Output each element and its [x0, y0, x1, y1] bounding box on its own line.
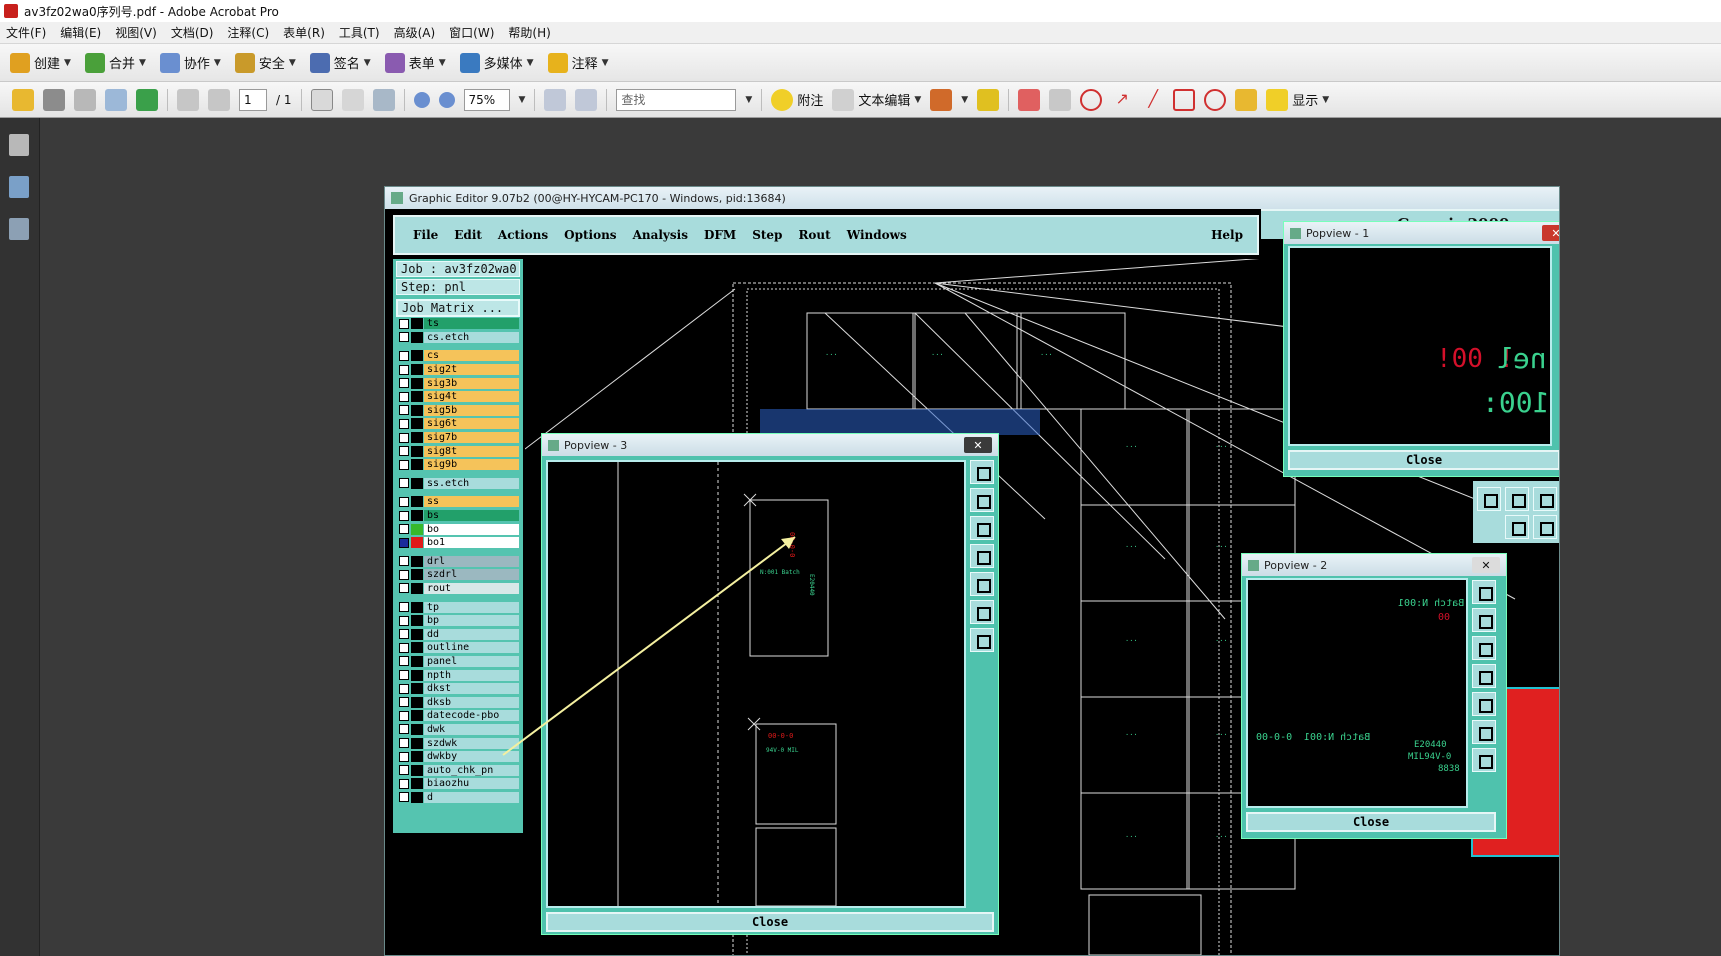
print-icon[interactable]	[43, 88, 65, 111]
pencil-icon[interactable]	[1235, 88, 1258, 111]
collaborate-icon	[159, 52, 180, 73]
acrobat-logo-icon	[4, 4, 18, 18]
menu-edit[interactable]: 编辑(E)	[60, 24, 101, 41]
hand-tool-icon[interactable]	[341, 88, 364, 111]
annotation-arrow	[502, 536, 796, 756]
sign-button[interactable]: 签名 ▼	[309, 52, 371, 73]
standard-toolbar: 1 / 1 75% ▼ 查找 ▼ 附注 文本编辑 ▼ ▼ ↗ ╱ 显示 ▼	[0, 82, 1721, 118]
task-toolbar: 创建 ▼ 合并 ▼ 协作 ▼ 安全 ▼ 签名 ▼ 表单 ▼ 多媒体 ▼ 注释 ▼	[0, 44, 1721, 82]
menu-help[interactable]: 帮助(H)	[508, 24, 550, 41]
pages-icon[interactable]	[9, 134, 29, 156]
sticky-note-icon	[771, 88, 794, 111]
sticky-note-button[interactable]: 附注	[771, 88, 823, 111]
comment-icon	[547, 52, 568, 73]
text-edit-button[interactable]: 文本编辑 ▼	[832, 88, 921, 111]
menu-view[interactable]: 视图(V)	[115, 24, 157, 41]
open-folder-icon[interactable]	[12, 88, 34, 111]
multimedia-button[interactable]: 多媒体 ▼	[459, 52, 534, 73]
menu-window[interactable]: 窗口(W)	[449, 24, 494, 41]
line-icon[interactable]: ╱	[1142, 89, 1164, 111]
show-comments-icon	[1266, 88, 1289, 111]
create-button[interactable]: 创建 ▼	[10, 52, 71, 73]
bookmarks-icon[interactable]	[9, 176, 29, 198]
form-icon	[384, 52, 405, 73]
oval-icon[interactable]	[1204, 88, 1227, 111]
search-dropdown-icon[interactable]: ▼	[745, 95, 752, 105]
menu-advanced[interactable]: 高级(A)	[394, 24, 436, 41]
combine-icon	[84, 52, 105, 73]
cloud-icon[interactable]	[1080, 88, 1103, 111]
pen-icon	[309, 52, 330, 73]
callout-icon[interactable]	[1018, 88, 1041, 111]
collaborate-button[interactable]: 协作 ▼	[159, 52, 221, 73]
zoom-dropdown-icon[interactable]: ▼	[519, 95, 526, 105]
window-title: av3fz02wa0序列号.pdf - Adobe Acrobat Pro	[24, 4, 279, 19]
menu-bar: 文件(F) 编辑(E) 视图(V) 文档(D) 注释(C) 表单(R) 工具(T…	[0, 22, 1721, 44]
save-icon[interactable]	[74, 88, 96, 111]
menu-file[interactable]: 文件(F)	[6, 24, 46, 41]
create-icon	[10, 52, 30, 73]
lock-icon	[234, 52, 255, 73]
search-input[interactable]: 查找	[616, 88, 737, 111]
next-page-icon[interactable]	[208, 88, 230, 111]
multimedia-icon	[459, 52, 480, 73]
globe-icon[interactable]	[136, 88, 158, 111]
combine-button[interactable]: 合并 ▼	[84, 52, 146, 73]
textbox-icon[interactable]	[1049, 88, 1072, 111]
email-icon[interactable]	[105, 88, 127, 111]
arrow-icon[interactable]: ↗	[1111, 89, 1133, 111]
page-total: / 1	[276, 92, 292, 107]
fit-width-icon[interactable]	[544, 88, 567, 111]
menu-tools[interactable]: 工具(T)	[339, 24, 380, 41]
menu-comments[interactable]: 注释(C)	[227, 24, 269, 41]
menu-document[interactable]: 文档(D)	[171, 24, 214, 41]
zoom-level-input[interactable]: 75%	[463, 88, 510, 111]
window-titlebar: av3fz02wa0序列号.pdf - Adobe Acrobat Pro	[0, 0, 1721, 22]
stamp-icon[interactable]	[930, 88, 953, 111]
select-tool-icon[interactable]	[310, 88, 333, 111]
rectangle-icon[interactable]	[1173, 88, 1196, 111]
zoom-in-icon[interactable]	[438, 91, 455, 108]
prev-page-icon[interactable]	[177, 88, 199, 111]
highlight-icon[interactable]	[977, 88, 1000, 111]
navigation-panel	[0, 118, 40, 956]
page-number-input[interactable]: 1	[239, 88, 267, 111]
menu-forms[interactable]: 表单(R)	[283, 24, 325, 41]
zoom-out-icon[interactable]	[413, 91, 430, 108]
show-button[interactable]: 显示 ▼	[1266, 88, 1329, 111]
text-edit-icon	[832, 88, 855, 111]
signatures-icon[interactable]	[9, 218, 29, 240]
comment-button[interactable]: 注释 ▼	[547, 52, 609, 73]
graphic-editor-window: Graphic Editor 9.07b2 (00@HY-HYCAM-PC170…	[384, 186, 1560, 956]
forms-button[interactable]: 表单 ▼	[384, 52, 446, 73]
secure-button[interactable]: 安全 ▼	[234, 52, 296, 73]
zoom-tool-icon[interactable]	[372, 88, 395, 111]
fit-page-icon[interactable]	[575, 88, 598, 111]
